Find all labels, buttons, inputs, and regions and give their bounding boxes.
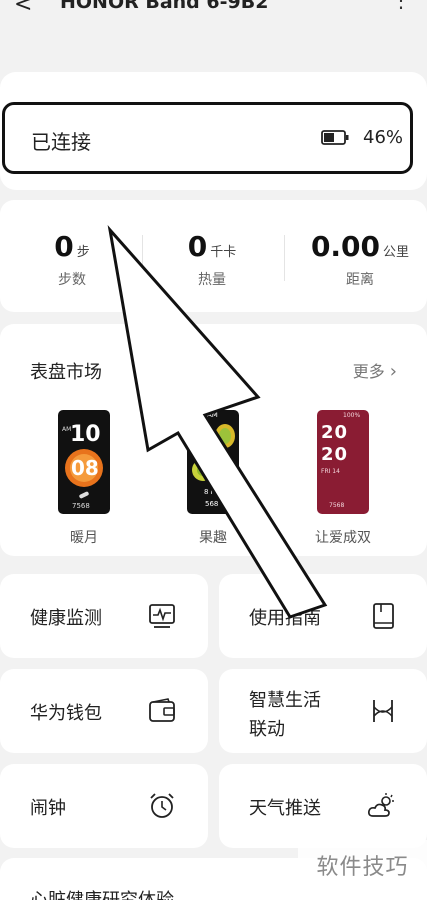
face-am: AM	[207, 411, 218, 419]
watch-face-fruit-fun[interactable]: AM 8 FRI 568	[187, 410, 239, 514]
face-time-bottom: 08	[71, 456, 99, 480]
face-top-digits: 20	[321, 422, 349, 443]
tile-label-line2: 联动	[249, 719, 285, 740]
tile-label-line1: 智慧生活	[249, 690, 321, 711]
distance-value: 0.00	[310, 230, 381, 263]
heart-health-label: 心脏健康研究体验	[30, 886, 174, 900]
face-date: 8 FRI	[204, 488, 222, 496]
more-label: 更多	[352, 362, 385, 381]
watch-face-market-card: 表盘市场 更多 › AM 10 08 7568 暖月 AM 8 FRI 568 …	[0, 324, 427, 556]
face-steps: 7568	[72, 502, 90, 510]
stat-distance: 0.00 公里 距离	[305, 230, 415, 289]
watch-face-market-title: 表盘市场	[30, 362, 102, 383]
stat-steps: 0步 步数	[42, 230, 102, 289]
face-label: 暖月	[70, 530, 98, 546]
connection-highlight-box: 已连接 46%	[2, 102, 413, 174]
more-icon[interactable]: ⋮	[391, 0, 411, 12]
distance-unit: 公里	[383, 245, 410, 260]
smart-link-icon	[373, 700, 393, 722]
connection-card: 已连接 46%	[0, 72, 427, 190]
tile-smart-life-link[interactable]: 智慧生活 联动	[219, 669, 427, 753]
face-steps: 7568	[329, 502, 345, 509]
tile-label: 天气推送	[249, 798, 321, 819]
tile-label: 闹钟	[30, 798, 66, 819]
guide-book-icon	[373, 603, 394, 629]
calories-unit: 千卡	[210, 245, 237, 260]
tile-user-guide[interactable]: 使用指南	[219, 574, 427, 658]
calories-value: 0	[187, 230, 208, 263]
alarm-clock-icon	[150, 793, 174, 818]
fruit-fun-artwork	[192, 422, 235, 482]
health-monitor-icon	[149, 604, 175, 628]
tile-alarm[interactable]: 闹钟	[0, 764, 208, 848]
battery-percent: 46%	[363, 127, 404, 148]
face-label: 让爱成双	[315, 530, 371, 546]
watermark: 软件技巧	[298, 840, 427, 890]
stats-card[interactable]: 0步 步数 0 千卡 热量 0.00 公里 距离	[0, 200, 427, 312]
steps-value: 0	[54, 230, 74, 263]
steps-label: 步数	[58, 272, 86, 288]
face-label: 果趣	[199, 530, 227, 546]
tile-huawei-wallet[interactable]: 华为钱包	[0, 669, 208, 753]
battery-icon	[321, 130, 349, 145]
device-title: HONOR Band 6-9B2	[60, 0, 269, 13]
tile-label: 华为钱包	[30, 703, 102, 724]
stat-divider	[284, 235, 285, 281]
calories-label: 热量	[198, 272, 226, 288]
weather-icon	[367, 793, 394, 817]
stat-divider	[142, 235, 143, 281]
more-link[interactable]: 更多 ›	[353, 358, 397, 382]
watch-face-love-pair[interactable]: 100% 20 20 FRI 14 7568	[317, 410, 369, 514]
face-time-top: 10	[70, 422, 101, 447]
face-steps: 568	[205, 500, 219, 508]
tile-label: 健康监测	[30, 608, 102, 629]
stat-calories: 0 千卡 热量	[172, 230, 252, 289]
connection-status: 已连接	[31, 130, 91, 154]
watch-face-warm-moon[interactable]: AM 10 08 7568	[58, 410, 110, 514]
face-bottom-digits: 20	[321, 444, 349, 465]
top-bar: < HONOR Band 6-9B2 ⋮	[0, 0, 427, 20]
distance-label: 距离	[346, 272, 374, 288]
face-battery: 100%	[343, 412, 361, 419]
chevron-right-icon: ›	[389, 361, 397, 382]
wallet-icon	[149, 698, 175, 722]
tile-health-monitor[interactable]: 健康监测	[0, 574, 208, 658]
tile-label: 使用指南	[249, 608, 321, 629]
back-arrow-icon[interactable]: <	[14, 0, 32, 17]
steps-unit: 步	[76, 245, 90, 260]
tile-weather-push[interactable]: 天气推送	[219, 764, 427, 848]
face-date: FRI 14	[321, 468, 340, 475]
